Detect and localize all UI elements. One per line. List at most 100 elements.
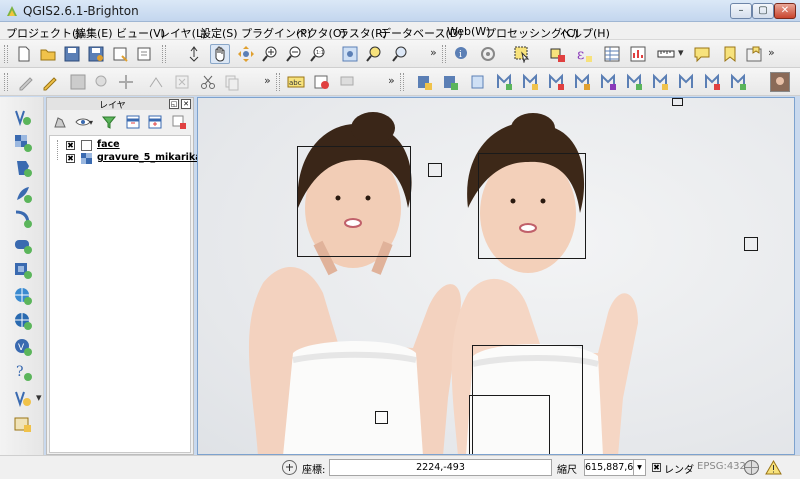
toolbar-grip[interactable] (400, 73, 404, 91)
face-feature[interactable] (375, 411, 388, 424)
map-canvas[interactable] (197, 97, 795, 455)
save-project-icon[interactable] (62, 44, 82, 64)
layer-row[interactable]: ✖ face (50, 139, 190, 152)
remove-layer-icon[interactable] (171, 114, 187, 130)
layer-name[interactable]: gravure_5_mikarika (97, 152, 202, 163)
toolbar-overflow[interactable]: » (768, 46, 775, 59)
toolbar-overflow[interactable]: » (388, 74, 395, 87)
select-features-icon[interactable] (512, 44, 532, 64)
scale-dropdown-button[interactable]: ▾ (633, 459, 646, 476)
zoom-to-layer-icon[interactable] (390, 44, 410, 64)
cut-features-icon[interactable] (198, 72, 218, 92)
label-icon[interactable]: abc (286, 72, 306, 92)
zoom-in-icon[interactable] (260, 44, 280, 64)
toolbar-grip[interactable] (276, 73, 280, 91)
add-postgis-layer-icon[interactable] (12, 157, 34, 179)
add-db2-layer-icon[interactable] (12, 259, 34, 281)
menu-web[interactable]: Web(W) (447, 25, 490, 38)
minimize-button[interactable]: – (730, 3, 752, 19)
add-oracle-layer-icon[interactable] (12, 234, 34, 256)
delete-selected-icon[interactable] (172, 72, 192, 92)
toggle-editing-icon[interactable] (40, 72, 60, 92)
face-feature[interactable] (428, 163, 442, 177)
layer-style-icon[interactable] (52, 114, 68, 130)
add-spatialite-layer-icon[interactable] (12, 183, 34, 205)
face-feature[interactable] (469, 395, 550, 454)
new-bookmark-icon[interactable] (720, 44, 740, 64)
save-edits-icon[interactable] (68, 72, 88, 92)
pan-to-selection-icon[interactable] (236, 44, 256, 64)
toggle-extents-icon[interactable] (281, 459, 298, 476)
db-layer-icon[interactable] (414, 72, 434, 92)
layer-name[interactable]: face (97, 139, 120, 150)
measure-line-icon[interactable] (656, 44, 676, 64)
db-layer-icon[interactable] (676, 72, 696, 92)
composer-manager-icon[interactable] (134, 44, 154, 64)
deselect-features-icon[interactable] (548, 44, 568, 64)
toolbar-overflow[interactable]: » (264, 74, 271, 87)
toolbar-grip[interactable] (162, 45, 166, 63)
filter-icon[interactable] (101, 114, 117, 130)
toolbar-grip[interactable] (4, 73, 8, 91)
toolbar-grip[interactable] (4, 45, 8, 63)
zoom-to-selection-icon[interactable] (364, 44, 384, 64)
scale-field[interactable]: 615,887,604 (584, 459, 645, 476)
layer-labeling-icon[interactable] (312, 72, 332, 92)
db-layer-icon[interactable] (728, 72, 748, 92)
zoom-full-icon[interactable] (340, 44, 360, 64)
toolbar-grip[interactable] (442, 45, 446, 63)
db-layer-icon[interactable] (494, 72, 514, 92)
db-layer-icon[interactable] (520, 72, 540, 92)
layer-row[interactable]: ✖ gravure_5_mikarika (50, 152, 202, 165)
collapse-all-icon[interactable] (147, 114, 163, 130)
new-shapefile-icon[interactable] (12, 387, 34, 409)
field-calculator-icon[interactable]: ε (574, 44, 594, 64)
face-feature[interactable] (672, 98, 683, 106)
toolbar-overflow[interactable]: » (430, 46, 437, 59)
chevron-down-icon[interactable]: ▾ (36, 391, 42, 404)
avatar[interactable] (770, 72, 790, 92)
new-project-icon[interactable] (14, 44, 34, 64)
menu-edit[interactable]: 編集(E) (75, 25, 113, 41)
db-layer-icon[interactable] (468, 72, 488, 92)
save-as-icon[interactable] (86, 44, 106, 64)
expand-all-icon[interactable] (125, 114, 141, 130)
db-layer-icon[interactable] (650, 72, 670, 92)
run-feature-action-icon[interactable] (478, 44, 498, 64)
chevron-down-icon[interactable]: ▾ (89, 118, 93, 127)
face-feature[interactable] (478, 153, 586, 259)
pin-labels-icon[interactable] (338, 72, 358, 92)
attribute-table-icon[interactable] (602, 44, 622, 64)
measure-dropdown-icon[interactable]: ▾ (678, 46, 684, 59)
add-raster-layer-icon[interactable] (12, 132, 34, 154)
add-delimited-text-icon[interactable]: ? (12, 361, 34, 383)
move-feature-icon[interactable] (116, 72, 136, 92)
layer-visibility-checkbox[interactable]: ✖ (66, 141, 75, 150)
statistics-icon[interactable] (628, 44, 648, 64)
face-feature[interactable] (297, 146, 411, 257)
close-panel-button[interactable]: ✕ (181, 99, 191, 109)
add-wms-layer-icon[interactable] (12, 285, 34, 307)
float-panel-button[interactable]: ◱ (169, 99, 179, 109)
face-feature[interactable] (744, 237, 758, 251)
db-layer-icon[interactable] (440, 72, 460, 92)
coordinate-field[interactable]: 2224,-493 (329, 459, 552, 476)
current-edits-icon[interactable] (16, 72, 36, 92)
show-bookmarks-icon[interactable] (744, 44, 764, 64)
render-checkbox[interactable]: ✖ (652, 463, 661, 472)
menu-project[interactable]: プロジェクト(J) (6, 25, 84, 41)
db-layer-icon[interactable] (624, 72, 644, 92)
open-project-icon[interactable] (38, 44, 58, 64)
map-tips-icon[interactable] (692, 44, 712, 64)
close-button[interactable]: ✕ (774, 3, 796, 19)
add-wcs-layer-icon[interactable] (12, 310, 34, 332)
maximize-button[interactable]: ▢ (752, 3, 774, 19)
node-tool-icon[interactable] (146, 72, 166, 92)
menu-view[interactable]: ビュー(V) (116, 25, 165, 41)
identify-features-icon[interactable]: i (452, 44, 472, 64)
zoom-actual-size-icon[interactable]: 1:1 (308, 44, 328, 64)
db-layer-icon[interactable] (598, 72, 618, 92)
add-feature-icon[interactable] (92, 72, 112, 92)
menu-settings[interactable]: 設定(S) (200, 25, 238, 41)
add-vector-layer-icon[interactable] (12, 106, 34, 128)
